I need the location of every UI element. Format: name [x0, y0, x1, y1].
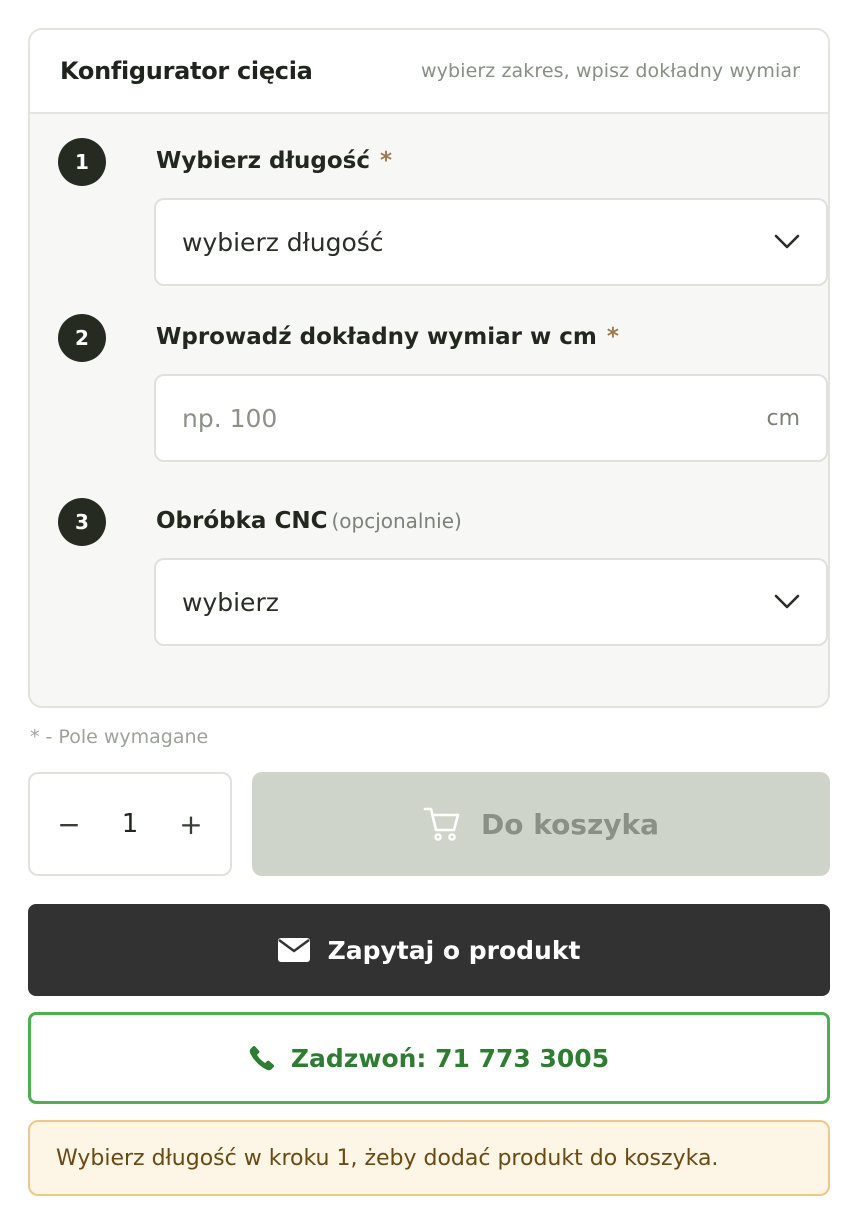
required-asterisk: * — [380, 148, 393, 174]
length-select[interactable]: wybierz długość — [154, 198, 828, 286]
optional-note: (opcjonalnie) — [331, 509, 462, 533]
configurator-header: Konfigurator cięcia wybierz zakres, wpis… — [30, 30, 828, 114]
increment-button[interactable]: + — [172, 805, 210, 843]
decrement-button[interactable]: − — [50, 805, 88, 843]
cnc-select[interactable]: wybierz — [154, 558, 828, 646]
cut-configurator-card: Konfigurator cięcia wybierz zakres, wpis… — [28, 28, 830, 708]
ask-button-label: Zapytaj o produkt — [327, 935, 581, 965]
dimension-input[interactable] — [182, 403, 682, 433]
step-dimension-label: Wprowadź dokładny wymiar w cm * — [156, 324, 619, 350]
add-to-cart-button[interactable]: Do koszyka — [252, 772, 830, 876]
step-label-text: Wprowadź dokładny wymiar w cm — [156, 324, 597, 350]
dimension-field: cm — [154, 374, 828, 462]
step-length-label: Wybierz długość * — [156, 148, 392, 174]
step-number-badge: 1 — [58, 138, 106, 186]
cart-icon — [423, 807, 460, 841]
chevron-down-icon — [774, 594, 800, 609]
alert-text: Wybierz długość w kroku 1, żeby dodać pr… — [56, 1145, 719, 1171]
call-button[interactable]: Zadzwoń: 71 773 3005 — [28, 1012, 830, 1104]
quantity-value[interactable]: 1 — [122, 809, 139, 839]
phone-icon — [249, 1045, 274, 1071]
required-asterisk: * — [606, 324, 619, 350]
info-alert: Wybierz długość w kroku 1, żeby dodać pr… — [28, 1120, 830, 1196]
add-to-cart-label: Do koszyka — [480, 807, 660, 841]
step-label-text: Obróbka CNC — [156, 508, 328, 534]
step-number-badge: 3 — [58, 498, 106, 546]
configurator-hint: wybierz zakres, wpisz dokładny wymiar — [421, 60, 800, 82]
length-select-value: wybierz długość — [182, 227, 384, 257]
configurator-title: Konfigurator cięcia — [60, 57, 313, 85]
call-button-label: Zadzwoń: 71 773 3005 — [290, 1043, 610, 1073]
quantity-stepper: − 1 + — [28, 772, 232, 876]
envelope-icon — [277, 938, 310, 962]
step-cnc-label: Obróbka CNC (opcjonalnie) — [156, 508, 462, 534]
required-fields-note: * - Pole wymagane — [30, 726, 209, 748]
step-number-badge: 2 — [58, 314, 106, 362]
chevron-down-icon — [774, 234, 800, 249]
unit-label: cm — [766, 405, 800, 431]
step-label-text: Wybierz długość — [156, 148, 371, 174]
ask-about-product-button[interactable]: Zapytaj o produkt — [28, 904, 830, 996]
cnc-select-value: wybierz — [182, 587, 279, 617]
